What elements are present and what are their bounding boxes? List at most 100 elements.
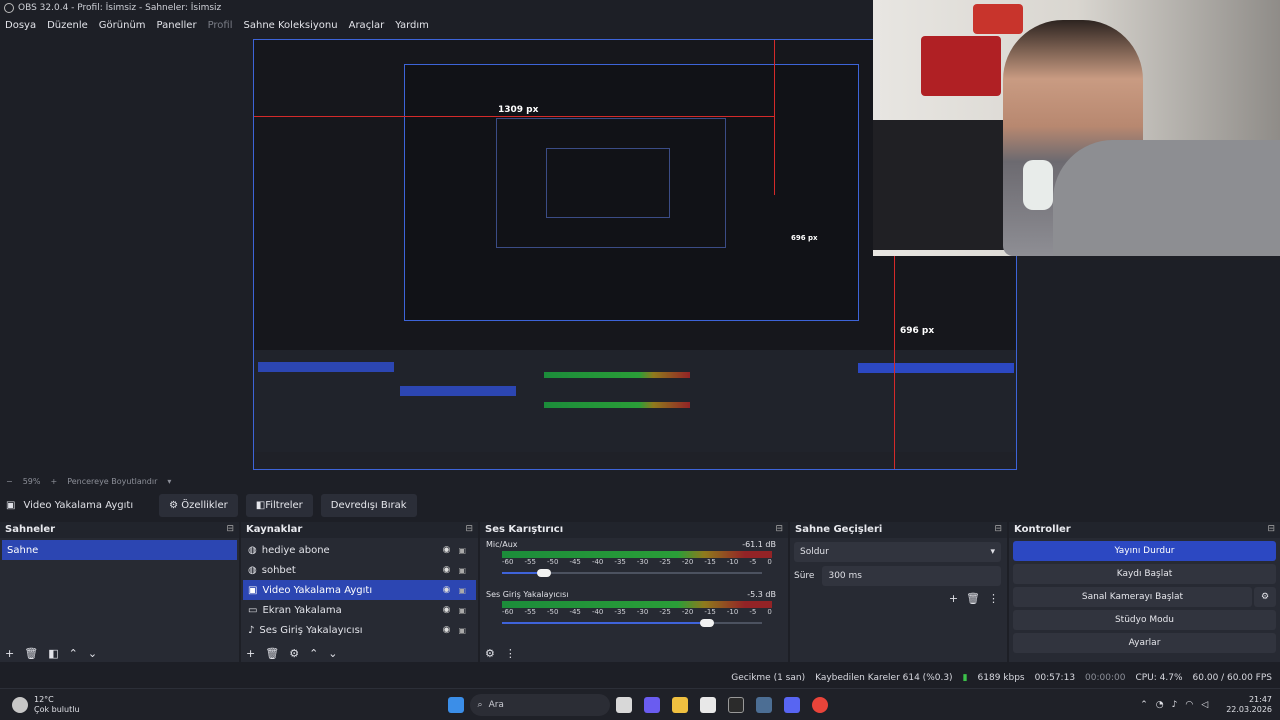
mixer-settings-icon[interactable]: ⚙ bbox=[485, 647, 495, 660]
copilot-icon[interactable] bbox=[643, 696, 660, 713]
chrome-icon[interactable] bbox=[811, 696, 828, 713]
microphone-image bbox=[1023, 160, 1053, 210]
source-label: Ekran Yakalama bbox=[262, 604, 342, 616]
eye-icon[interactable]: ◉ bbox=[443, 565, 451, 575]
lock-icon[interactable]: ▣ bbox=[458, 586, 466, 595]
deactivate-button[interactable]: Devredışı Bırak bbox=[320, 493, 417, 517]
menu-sahne-koleksiyonu[interactable]: Sahne Koleksiyonu bbox=[244, 20, 338, 31]
dock-menu-icon[interactable]: ⊟ bbox=[465, 524, 473, 536]
source-item[interactable]: ◍ hediye abone ◉ ▣ bbox=[243, 540, 476, 560]
trash-icon[interactable]: 🗑 bbox=[24, 647, 38, 660]
source-item[interactable]: ▣ Video Yakalama Aygıtı ◉ ▣ bbox=[243, 580, 476, 600]
controls-title: Kontroller bbox=[1014, 524, 1071, 535]
volume-slider-handle[interactable] bbox=[536, 569, 551, 577]
menu-yardim[interactable]: Yardım bbox=[395, 20, 429, 31]
duration-input[interactable]: 300 ms bbox=[822, 566, 1001, 586]
steam-icon[interactable] bbox=[755, 696, 772, 713]
mixer-footer: ⚙ ⋮ bbox=[485, 647, 516, 660]
start-recording-button[interactable]: Kaydı Başlat bbox=[1013, 564, 1276, 584]
dock-menu-icon[interactable]: ⊟ bbox=[994, 524, 1002, 536]
eye-icon[interactable]: ◉ bbox=[443, 605, 451, 615]
taskbar-search[interactable]: ⌕ Ara bbox=[469, 693, 610, 716]
menu-profil[interactable]: Profil bbox=[208, 20, 233, 31]
mixer-channel-audio-input: Ses Giriş Yakalayıcısı -5.3 dB -60 -55 -50-… bbox=[480, 588, 788, 630]
add-icon[interactable]: + bbox=[5, 647, 14, 660]
store-icon[interactable] bbox=[699, 696, 716, 713]
preview-zoom-bar: − 59% + Pencereye Boyutlandır ▾ bbox=[0, 474, 1280, 488]
arrow-up-icon[interactable]: ⌃ bbox=[309, 647, 318, 660]
wifi-icon[interactable]: ◠ bbox=[1185, 700, 1193, 710]
volume-icon[interactable]: ◁ bbox=[1201, 700, 1208, 710]
clock-date: 22.03.2026 bbox=[1226, 704, 1272, 714]
trash-icon[interactable]: 🗑 bbox=[265, 647, 279, 660]
scenes-dock-title: Sahneler ⊟ bbox=[0, 522, 239, 538]
chevron-up-icon[interactable]: ⌃ bbox=[1140, 700, 1148, 710]
volume-slider[interactable] bbox=[502, 568, 762, 578]
weather-widget[interactable]: 12°C Çok bulutlu bbox=[12, 695, 80, 715]
stream-time-status: 00:57:13 bbox=[1034, 673, 1076, 683]
lock-icon[interactable]: ▣ bbox=[458, 546, 466, 555]
dock-menu-icon[interactable]: ⊟ bbox=[1267, 524, 1275, 536]
scenes-footer: + 🗑 ◧ ⌃ ⌄ bbox=[5, 647, 97, 660]
menu-duzenle[interactable]: Düzenle bbox=[47, 20, 88, 31]
more-menu-icon[interactable]: ⋮ bbox=[505, 647, 516, 660]
current-source-label: Video Yakalama Aygıtı bbox=[23, 499, 134, 511]
microphone-icon: ♪ bbox=[248, 624, 255, 636]
dock-menu-icon[interactable]: ⊟ bbox=[775, 524, 783, 536]
lock-icon[interactable]: ▣ bbox=[458, 626, 466, 635]
arrow-down-icon[interactable]: ⌄ bbox=[328, 647, 337, 660]
filters-button[interactable]: ◧Filtreler bbox=[245, 493, 313, 517]
network-icon[interactable]: ◔ bbox=[1156, 700, 1164, 710]
source-item[interactable]: ♪ Ses Giriş Yakalayıcısı ◉ ▣ bbox=[243, 620, 476, 640]
controls-dock: Kontroller ⊟ Yayını Durdur Kaydı Başlat S… bbox=[1009, 522, 1280, 662]
filter-icon[interactable]: ◧ bbox=[48, 647, 58, 660]
source-item[interactable]: ◍ sohbet ◉ ▣ bbox=[243, 560, 476, 580]
task-view-icon[interactable] bbox=[615, 696, 632, 713]
more-menu-icon[interactable]: ⋮ bbox=[988, 592, 999, 605]
chevron-down-icon[interactable]: ▾ bbox=[167, 477, 171, 486]
dock-menu-icon[interactable]: ⊟ bbox=[226, 524, 234, 536]
eye-icon[interactable]: ◉ bbox=[443, 625, 451, 635]
zoom-out-button[interactable]: − bbox=[6, 477, 13, 486]
controls-dock-title: Kontroller ⊟ bbox=[1009, 522, 1280, 538]
zoom-in-button[interactable]: + bbox=[50, 477, 57, 486]
source-item[interactable]: ▭ Ekran Yakalama ◉ ▣ bbox=[243, 600, 476, 620]
volume-slider-handle[interactable] bbox=[700, 619, 715, 627]
scene-item[interactable]: Sahne bbox=[2, 540, 237, 560]
settings-button[interactable]: Ayarlar bbox=[1013, 633, 1276, 653]
lock-icon[interactable]: ▣ bbox=[458, 566, 466, 575]
add-icon[interactable]: + bbox=[246, 647, 255, 660]
properties-button[interactable]: ⚙ Özellikler bbox=[159, 493, 238, 517]
menu-araclar[interactable]: Araçlar bbox=[349, 20, 385, 31]
arrow-up-icon[interactable]: ⌃ bbox=[69, 647, 78, 660]
file-explorer-icon[interactable] bbox=[671, 696, 688, 713]
eye-icon[interactable]: ◉ bbox=[443, 545, 451, 555]
lock-icon[interactable]: ▣ bbox=[458, 606, 466, 615]
source-label: sohbet bbox=[261, 564, 296, 576]
add-icon[interactable]: + bbox=[949, 592, 958, 605]
menu-dosya[interactable]: Dosya bbox=[5, 20, 36, 31]
menu-gorunum[interactable]: Görünüm bbox=[99, 20, 146, 31]
arrow-down-icon[interactable]: ⌄ bbox=[88, 647, 97, 660]
start-virtual-camera-button[interactable]: Sanal Kamerayı Başlat bbox=[1013, 587, 1252, 607]
eye-icon[interactable]: ◉ bbox=[443, 585, 451, 595]
volume-slider[interactable] bbox=[502, 618, 762, 628]
mic-icon[interactable]: ♪ bbox=[1172, 700, 1178, 710]
transition-select[interactable]: Soldur ▾ bbox=[794, 542, 1001, 562]
windows-start-icon[interactable] bbox=[447, 696, 464, 713]
transition-value: Soldur bbox=[800, 547, 829, 557]
webcam-overlay bbox=[873, 0, 1280, 256]
discord-icon[interactable] bbox=[783, 696, 800, 713]
obs-icon[interactable] bbox=[727, 696, 744, 713]
clock-time: 21:47 bbox=[1248, 694, 1272, 704]
gear-icon[interactable]: ⚙ bbox=[289, 647, 299, 660]
stop-streaming-button[interactable]: Yayını Durdur bbox=[1013, 541, 1276, 561]
zoom-mode-select[interactable]: Pencereye Boyutlandır bbox=[67, 477, 157, 486]
transition-actions: + 🗑 ⋮ bbox=[949, 592, 999, 605]
menu-paneller[interactable]: Paneller bbox=[157, 20, 197, 31]
transitions-dock: Sahne Geçişleri ⊟ Soldur ▾ Süre 300 ms + 🗑… bbox=[790, 522, 1008, 662]
scenes-title: Sahneler bbox=[5, 524, 56, 535]
trash-icon[interactable]: 🗑 bbox=[966, 592, 980, 605]
gear-icon[interactable]: ⚙ bbox=[1254, 587, 1276, 607]
studio-mode-button[interactable]: Stüdyo Modu bbox=[1013, 610, 1276, 630]
